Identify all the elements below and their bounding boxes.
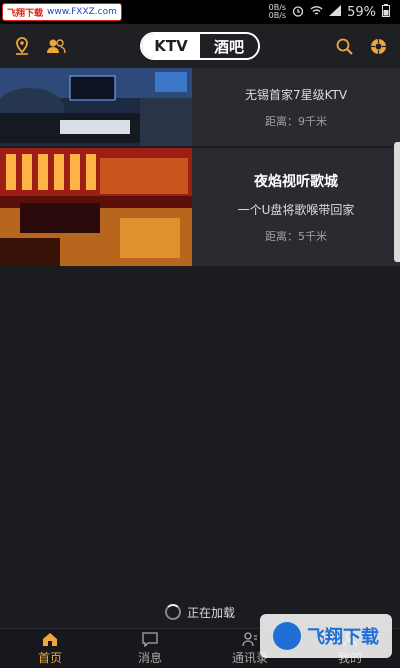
app-header: KTV 酒吧 (0, 24, 400, 68)
location-icon[interactable] (12, 36, 32, 56)
tab-home[interactable]: 首页 (0, 629, 100, 668)
home-icon (43, 633, 57, 646)
battery-icon (382, 4, 390, 20)
status-icons: 0B/s 0B/s 59% (269, 4, 400, 20)
watermark-logo-icon (273, 622, 301, 650)
watermark-logo: 飞翔下载 (260, 614, 392, 658)
alarm-icon (292, 5, 304, 20)
venue-card[interactable]: 无锡首家7星级KTV 距离：9千米 (0, 68, 400, 148)
venue-name: 夜焰视听歌城 (254, 173, 338, 190)
venue-slogan: 一个U盘将歌喉带回家 (237, 202, 355, 217)
status-bar: 飞翔下载 www.FXXZ.com 0B/s 0B/s 59% (0, 0, 400, 24)
venue-distance: 距离：5千米 (265, 229, 327, 243)
venue-slogan: 无锡首家7星级KTV (244, 87, 348, 102)
venue-card[interactable]: 夜焰视听歌城 一个U盘将歌喉带回家 距离：5千米 (0, 148, 400, 268)
watermark-url-text: www.FXXZ.com (47, 7, 117, 17)
tab-messages[interactable]: 消息 (100, 629, 200, 668)
battery-percent: 59% (347, 4, 376, 20)
tab-bar[interactable]: 酒吧 (200, 34, 258, 58)
camera-shutter-icon[interactable] (368, 36, 388, 56)
search-icon[interactable] (334, 36, 354, 56)
watermark-badge: 飞翔下载 www.FXXZ.com (2, 3, 122, 21)
message-icon (142, 632, 158, 647)
spinner-icon (164, 604, 181, 620)
venue-photo (0, 148, 192, 266)
watermark-logo-text: 飞翔下载 (307, 627, 379, 648)
venue-photo (0, 68, 192, 146)
watermark-red-text: 飞翔下载 (7, 8, 44, 19)
tab-ktv[interactable]: KTV (142, 34, 200, 58)
contacts-icon (242, 632, 257, 647)
venue-list: 无锡首家7星级KTV 距离：9千米 夜焰视听歌城 一个U盘将歌喉带回家 距离：5… (0, 68, 400, 268)
loading-text: 正在加载 (186, 605, 235, 620)
scrollbar-handle[interactable] (394, 142, 400, 262)
friends-icon[interactable] (46, 36, 66, 56)
wifi-icon (310, 5, 323, 19)
signal-icon (329, 5, 342, 19)
venue-distance: 距离：9千米 (265, 114, 327, 128)
network-speed: 0B/s 0B/s (268, 3, 287, 20)
category-switch: KTV 酒吧 (140, 32, 260, 60)
